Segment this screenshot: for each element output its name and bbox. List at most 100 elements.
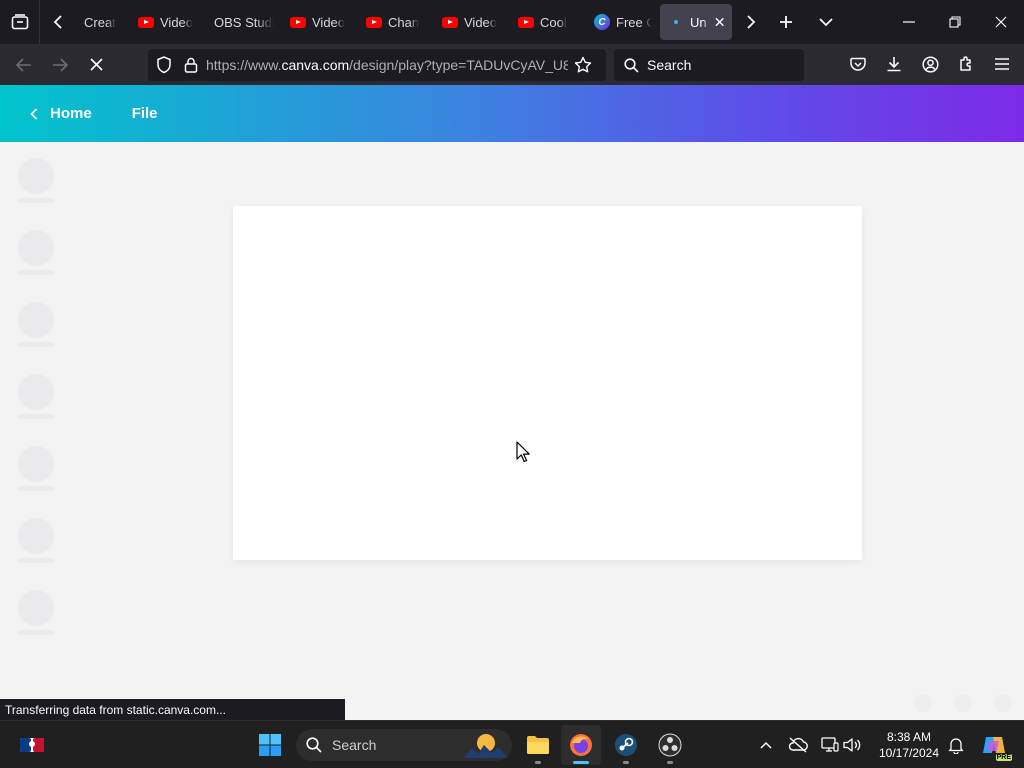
chevron-down-icon <box>819 18 833 27</box>
taskbar-search[interactable]: Search <box>296 729 512 761</box>
file-explorer-button[interactable] <box>518 725 558 765</box>
new-tab-button[interactable] <box>766 0 806 44</box>
running-indicator <box>623 761 629 764</box>
tab-label: Un <box>690 14 707 30</box>
canva-icon: C <box>594 14 610 30</box>
steam-button[interactable] <box>606 725 646 765</box>
downloads-button[interactable] <box>876 46 912 82</box>
home-button[interactable]: Home <box>30 105 92 122</box>
stop-icon <box>89 58 103 71</box>
tab-label: Free C <box>616 14 652 30</box>
tab-scroll-left-button[interactable] <box>40 0 76 44</box>
browser-navigation-bar: https://www.canva.com/design/play?type=T… <box>0 44 1024 85</box>
tab[interactable]: Video <box>434 4 510 40</box>
search-bar[interactable]: Search <box>614 49 804 81</box>
pocket-icon <box>850 57 866 71</box>
copilot-pre-badge: PRE <box>995 754 1012 761</box>
tab-label: Video <box>464 14 498 30</box>
sidebar-skeleton-item <box>18 374 54 419</box>
tab[interactable]: Chan <box>358 4 434 40</box>
tab[interactable]: Cool <box>510 4 586 40</box>
search-highlight-landscape-icon <box>464 734 508 758</box>
youtube-icon <box>366 16 382 28</box>
running-indicator <box>535 761 541 764</box>
copilot-button[interactable]: PRE <box>974 725 1014 765</box>
url-host: canva.com <box>281 57 350 73</box>
hamburger-menu-icon <box>995 58 1009 70</box>
search-icon <box>306 737 322 753</box>
widgets-button[interactable] <box>12 725 52 765</box>
plus-icon <box>780 16 792 28</box>
home-label: Home <box>50 105 92 122</box>
design-canvas-page[interactable] <box>233 206 862 560</box>
tab[interactable]: Video <box>282 4 358 40</box>
download-icon <box>887 57 901 72</box>
back-button[interactable] <box>6 47 42 83</box>
youtube-icon <box>138 16 154 28</box>
cloud-offline-icon <box>788 737 808 753</box>
arrow-right-icon <box>53 57 68 72</box>
lock-icon[interactable] <box>184 57 198 73</box>
tab[interactable]: OBS Studi <box>206 4 282 40</box>
bottom-controls-skeleton <box>914 694 1012 712</box>
mouse-cursor-icon <box>516 441 530 463</box>
tab-manager-icon <box>11 14 28 30</box>
youtube-icon <box>290 16 306 28</box>
url-path: /design/play?type=TADUvCyAV_U8 <box>349 57 568 73</box>
chevron-up-icon <box>760 741 772 749</box>
account-button[interactable] <box>912 46 948 82</box>
tab-label: Creat <box>84 14 116 30</box>
extensions-button[interactable] <box>948 46 984 82</box>
bookmark-star-icon[interactable] <box>574 56 592 74</box>
tab[interactable]: C Free C <box>586 4 660 40</box>
obs-studio-button[interactable] <box>650 725 690 765</box>
forward-button[interactable] <box>42 47 78 83</box>
file-menu-button[interactable]: File <box>132 105 158 122</box>
tab-scroll-right-button[interactable] <box>736 0 766 44</box>
tab-label: Video <box>160 14 194 30</box>
browser-status-text: Transferring data from static.canva.com.… <box>0 699 345 720</box>
canva-editor-area <box>0 142 1024 720</box>
start-button[interactable] <box>250 725 290 765</box>
windows-taskbar: Search 8:38 AM 10/17/2024 PRE <box>0 720 1024 768</box>
chevron-left-icon <box>30 107 38 120</box>
url-text[interactable]: https://www.canva.com/design/play?type=T… <box>206 57 568 73</box>
search-placeholder: Search <box>647 57 692 73</box>
windows-start-icon <box>259 734 281 756</box>
list-all-tabs-button[interactable] <box>806 0 846 44</box>
tab-label: Video <box>312 14 346 30</box>
stop-loading-button[interactable] <box>78 47 114 83</box>
sidebar-skeleton-item <box>18 230 54 275</box>
taskbar-clock[interactable]: 8:38 AM 10/17/2024 <box>872 729 946 761</box>
close-icon <box>995 16 1007 28</box>
sidebar-skeleton-item <box>18 302 54 347</box>
arrow-left-icon <box>16 57 31 72</box>
tab-label: OBS Studi <box>214 14 274 30</box>
taskbar-search-placeholder: Search <box>332 737 377 753</box>
chevron-left-icon <box>53 15 62 29</box>
address-bar[interactable]: https://www.canva.com/design/play?type=T… <box>148 49 606 81</box>
tab-list: Creat Video OBS Studi Video Chan Video C… <box>76 0 736 44</box>
pocket-button[interactable] <box>840 46 876 82</box>
tab-label: Chan <box>388 14 420 30</box>
restore-button[interactable] <box>932 0 978 44</box>
tab[interactable]: Video <box>130 4 206 40</box>
url-prefix: https://www. <box>206 57 282 73</box>
tab-active[interactable]: Un <box>660 4 732 40</box>
bell-icon <box>948 737 964 754</box>
volume-button[interactable] <box>834 725 870 765</box>
minimize-button[interactable] <box>886 0 932 44</box>
account-icon <box>921 55 939 73</box>
close-tab-icon[interactable] <box>715 17 724 27</box>
loading-dot-icon <box>668 14 684 30</box>
tab-manager-button[interactable] <box>0 0 40 44</box>
close-window-button[interactable] <box>978 0 1024 44</box>
tab[interactable]: Creat <box>76 4 130 40</box>
file-label: File <box>131 105 158 122</box>
canva-header: Home File <box>0 85 1024 142</box>
tracking-protection-shield-icon[interactable] <box>156 56 172 74</box>
app-menu-button[interactable] <box>984 46 1020 82</box>
sidebar-skeleton-item <box>18 518 54 563</box>
firefox-button[interactable] <box>561 725 601 765</box>
notifications-button[interactable] <box>938 725 974 765</box>
